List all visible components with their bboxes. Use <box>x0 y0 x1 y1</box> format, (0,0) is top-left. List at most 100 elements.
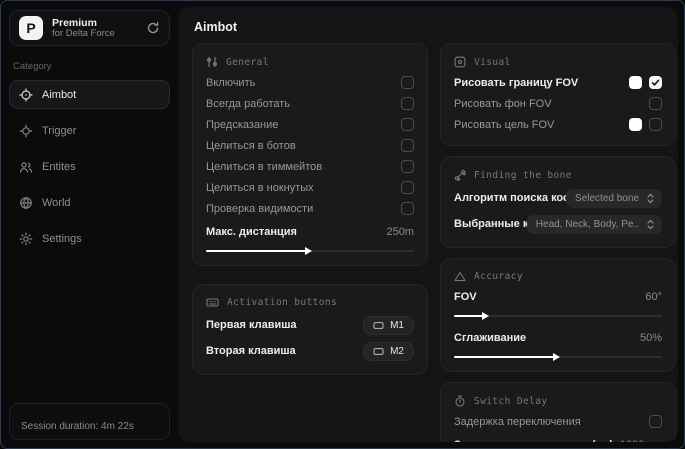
triangle-icon <box>454 271 466 282</box>
checkbox[interactable] <box>401 139 414 152</box>
panel-header-label: Visual <box>474 56 511 68</box>
keybind-label: Первая клавиша <box>206 319 297 331</box>
checkbox[interactable] <box>401 202 414 215</box>
toggle-row: Целиться в ботов <box>206 135 414 156</box>
checkbox[interactable] <box>401 118 414 131</box>
keybind-button-m1[interactable]: M1 <box>363 315 414 335</box>
sidebar-item-world[interactable]: World <box>9 188 170 217</box>
category-label: Category <box>13 61 52 72</box>
select-value: Head, Neck, Body, Pe.. <box>535 218 639 230</box>
slider-row: Задержка переключения (мс) 1000 ms <box>454 434 662 443</box>
selected-bones-select[interactable]: Head, Neck, Body, Pe.. <box>526 214 662 234</box>
globe-icon <box>19 196 33 210</box>
accuracy-panel: Accuracy FOV 60° Сглаживание 50% <box>440 258 676 372</box>
keybind-value: M1 <box>390 319 404 331</box>
keybind-row: Первая клавиша M1 <box>206 312 414 338</box>
slider-value: 250m <box>386 225 414 238</box>
checkbox[interactable] <box>649 97 662 110</box>
smoothing-slider[interactable] <box>454 352 662 361</box>
panel-header-label: Switch Delay <box>474 395 548 407</box>
slider-label: Задержка переключения (мс) <box>454 439 613 443</box>
toggle-row: Проверка видимости <box>206 198 414 219</box>
activation-buttons-panel: Activation buttons Первая клавиша M1 Вто… <box>192 284 428 375</box>
panel-header-label: Activation buttons <box>227 297 338 308</box>
premium-card[interactable]: P Premium for Delta Force <box>9 10 170 46</box>
toggle-label: Целиться в ботов <box>206 139 296 152</box>
app-window: P Premium for Delta Force Category Aimbo… <box>0 0 685 449</box>
visual-panel: Visual Рисовать границу FOV Рисовать фон… <box>440 43 676 146</box>
general-panel: General Включить Всегда работать Предска… <box>192 43 428 266</box>
toggle-label: Задержка переключения <box>454 415 581 428</box>
keybind-value: M2 <box>390 345 404 357</box>
color-swatch[interactable] <box>629 76 642 89</box>
sidebar-item-trigger[interactable]: Trigger <box>9 116 170 145</box>
page-title: Aimbot <box>194 20 238 34</box>
checkbox[interactable] <box>649 415 662 428</box>
toggle-row: Задержка переключения <box>454 411 662 432</box>
select-value: Selected bone <box>575 192 639 204</box>
sidebar-item-label: Settings <box>42 232 82 245</box>
toggle-row: Включить <box>206 72 414 93</box>
entities-icon <box>19 160 33 174</box>
right-column: Visual Рисовать границу FOV Рисовать фон… <box>440 43 676 442</box>
mouse-key-icon <box>373 321 384 330</box>
premium-title: Premium <box>52 16 97 29</box>
checkbox[interactable] <box>649 76 662 89</box>
slider-label: FOV <box>454 290 477 303</box>
checkbox[interactable] <box>401 160 414 173</box>
bone-icon <box>454 169 466 181</box>
crosshair-icon <box>19 87 33 102</box>
toggle-row: Всегда работать <box>206 93 414 114</box>
bone-algorithm-select[interactable]: Selected bone <box>566 188 662 208</box>
mouse-key-icon <box>373 347 384 356</box>
sidebar-item-label: Aimbot <box>42 88 77 101</box>
keybind-row: Вторая клавиша M2 <box>206 338 414 364</box>
unfold-icon <box>646 219 655 230</box>
toggle-label: Включить <box>206 76 256 89</box>
sync-icon[interactable] <box>146 21 160 35</box>
timer-icon <box>454 395 466 407</box>
bone-row: Алгоритм поиска кост Selected bone <box>454 185 662 211</box>
sidebar-item-settings[interactable]: Settings <box>9 224 170 253</box>
slider-value: 60° <box>645 290 662 303</box>
sidebar-item-entites[interactable]: Entites <box>9 152 170 181</box>
slider-row: Макс. дистанция 250m <box>206 221 414 242</box>
slider-label: Сглаживание <box>454 331 527 344</box>
sidebar: P Premium for Delta Force Category Aimbo… <box>1 1 178 448</box>
slider-row: Сглаживание 50% <box>454 327 662 348</box>
toggle-label: Целиться в нокнутых <box>206 181 314 194</box>
toggle-row: Целиться в тиммейтов <box>206 156 414 177</box>
keyboard-icon <box>206 297 219 308</box>
left-column: General Включить Всегда работать Предска… <box>192 43 428 375</box>
trigger-icon <box>19 124 33 138</box>
checkbox[interactable] <box>401 181 414 194</box>
session-duration: Session duration: 4m 22s <box>9 403 170 440</box>
sidebar-item-label: World <box>42 196 71 209</box>
toggle-row: Предсказание <box>206 114 414 135</box>
checkbox[interactable] <box>401 76 414 89</box>
toggle-row: Целиться в нокнутых <box>206 177 414 198</box>
session-duration-text: Session duration: 4m 22s <box>21 421 134 432</box>
sidebar-item-label: Entites <box>42 160 76 173</box>
slider-value: 50% <box>639 331 662 344</box>
panel-header-label: General <box>226 56 269 68</box>
app-logo: P <box>19 16 43 40</box>
visual-row: Рисовать фон FOV <box>454 93 662 114</box>
gear-icon <box>19 232 33 246</box>
visual-icon <box>454 56 466 68</box>
keybind-button-m2[interactable]: M2 <box>363 341 414 361</box>
visual-label: Рисовать фон FOV <box>454 97 552 110</box>
color-swatch[interactable] <box>629 118 642 131</box>
bone-row: Выбранные кос Head, Neck, Body, Pe.. <box>454 211 662 237</box>
finding-bone-panel: Finding the bone Алгоритм поиска кост Se… <box>440 156 676 248</box>
checkbox[interactable] <box>401 97 414 110</box>
slider-value: 1000 ms <box>620 439 662 443</box>
checkbox[interactable] <box>649 118 662 131</box>
max-distance-slider[interactable] <box>206 246 414 255</box>
sidebar-item-aimbot[interactable]: Aimbot <box>9 80 170 109</box>
fov-slider[interactable] <box>454 311 662 320</box>
visual-label: Рисовать границу FOV <box>454 76 579 89</box>
slider-label: Макс. дистанция <box>206 225 297 238</box>
toggle-label: Проверка видимости <box>206 202 314 215</box>
bone-label: Выбранные кос <box>454 218 527 230</box>
